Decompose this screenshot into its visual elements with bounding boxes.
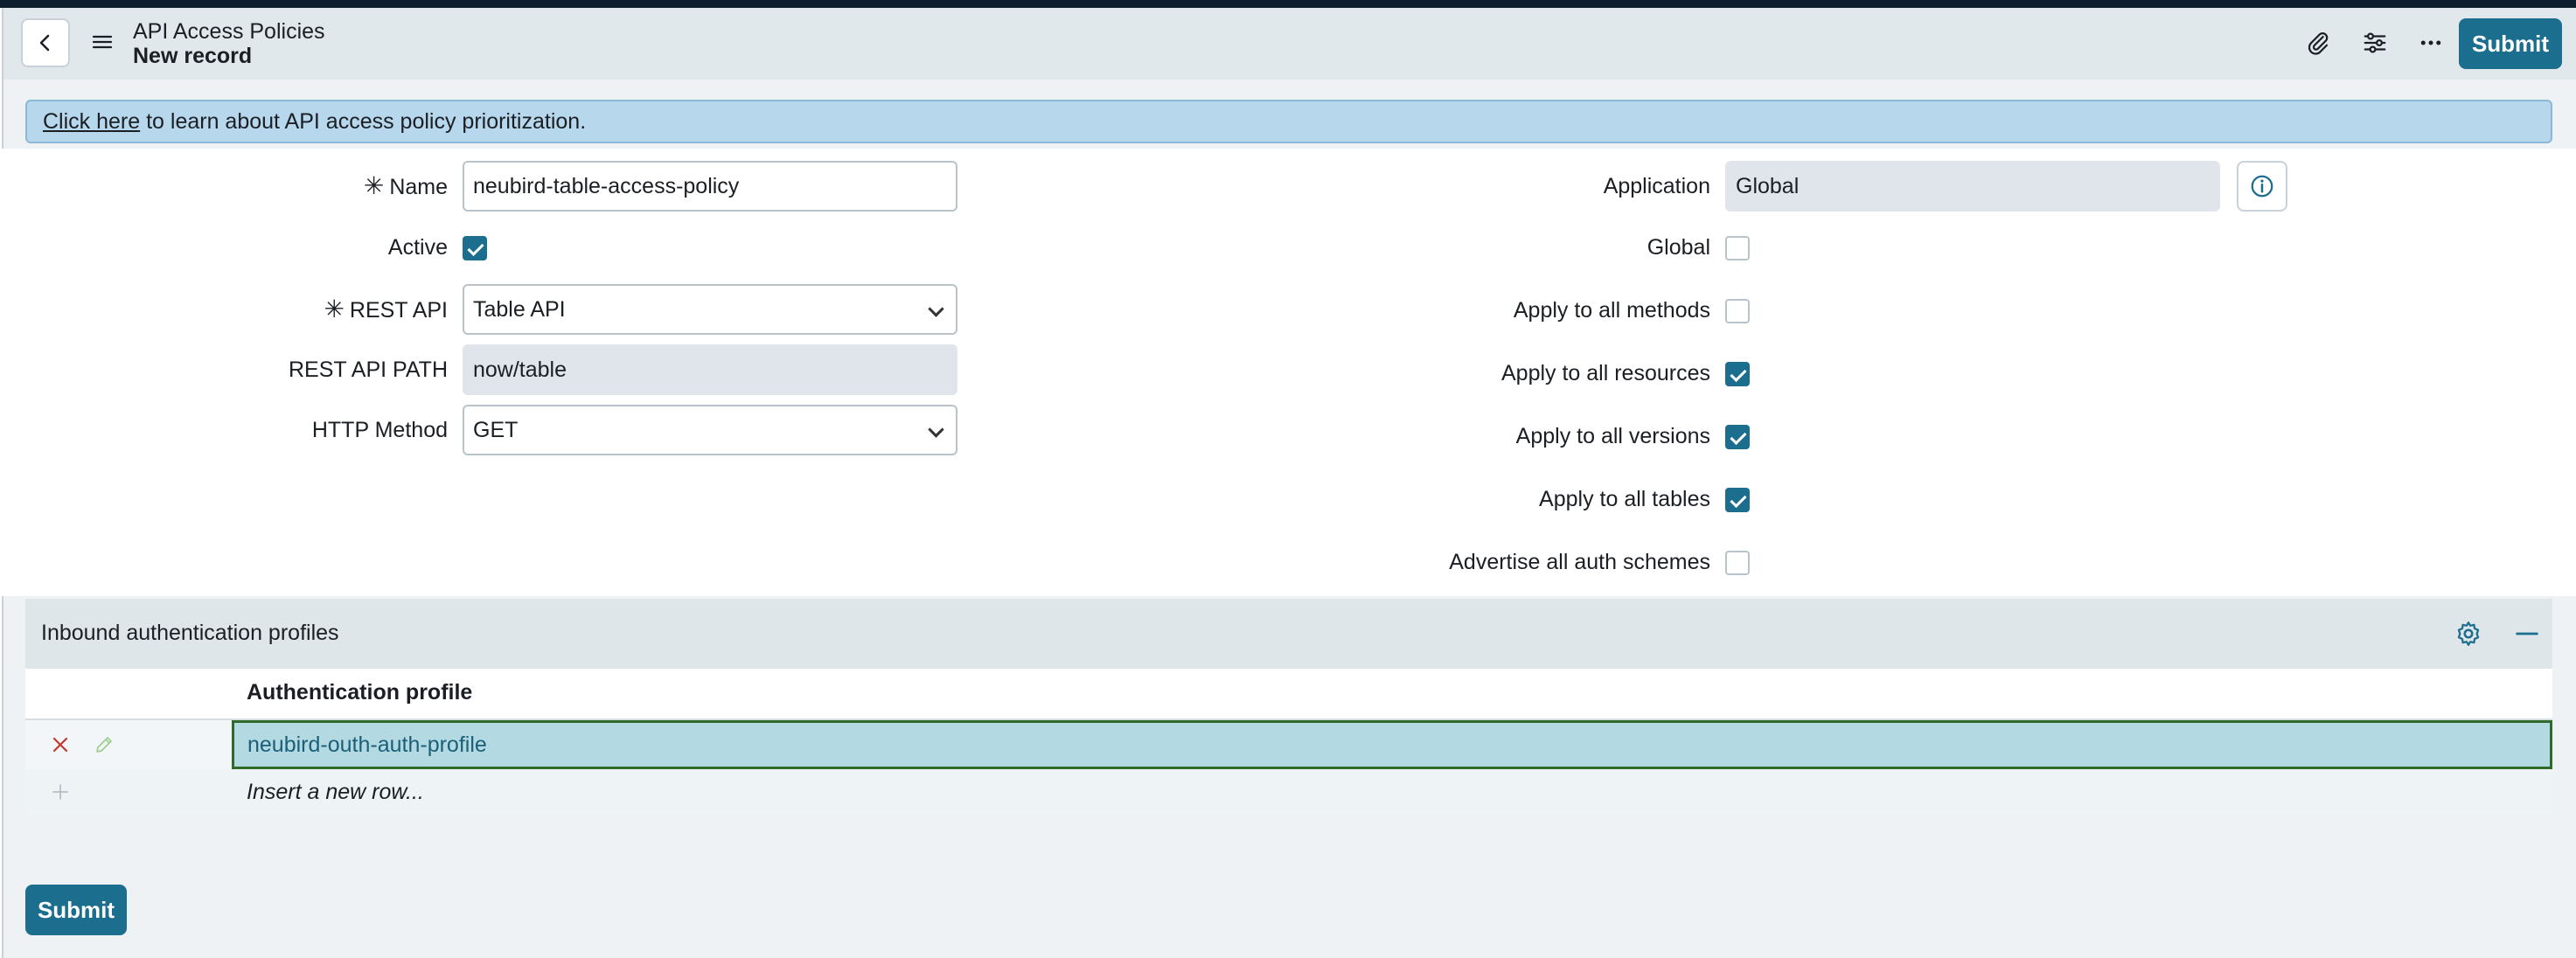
gear-icon[interactable]: [2454, 619, 2483, 649]
banner-text: to learn about API access policy priorit…: [140, 109, 587, 134]
settings-sliders-icon[interactable]: [2357, 25, 2392, 60]
page-title: API Access Policies: [133, 19, 325, 44]
apply-resources-label: Apply to all resources: [1500, 361, 1710, 385]
rest-api-path-label: REST API PATH: [289, 358, 448, 382]
submit-button[interactable]: Submit: [2459, 18, 2562, 69]
page-subtitle: New record: [133, 44, 253, 68]
submit-button-bottom[interactable]: Submit: [25, 885, 127, 935]
column-header-authentication-profile[interactable]: Authentication profile: [247, 680, 472, 705]
active-checkbox[interactable]: [463, 236, 487, 260]
paperclip-icon[interactable]: [2301, 25, 2336, 60]
required-icon: ✳: [324, 295, 345, 323]
name-field[interactable]: neubird-table-access-policy: [463, 161, 957, 212]
apply-methods-label: Apply to all methods: [1513, 298, 1710, 323]
application-label: Application: [1603, 174, 1710, 198]
advertise-label: Advertise all auth schemes: [1449, 550, 1710, 574]
add-icon[interactable]: [50, 781, 71, 802]
form-header: API Access Policies New record Submit: [3, 8, 2576, 80]
apply-resources-checkbox[interactable]: [1725, 362, 1750, 386]
active-label: Active: [387, 235, 448, 260]
advertise-checkbox[interactable]: [1725, 551, 1750, 575]
apply-versions-checkbox[interactable]: [1725, 425, 1750, 449]
hamburger-icon[interactable]: [91, 32, 114, 52]
application-field: Global: [1725, 161, 2220, 212]
info-icon: [2251, 175, 2273, 198]
more-options-icon[interactable]: [2413, 25, 2448, 60]
global-checkbox[interactable]: [1725, 236, 1750, 260]
related-list-title: Inbound authentication profiles: [41, 621, 339, 645]
collapse-icon[interactable]: [2512, 619, 2542, 649]
global-label: Global: [1647, 235, 1710, 260]
info-button[interactable]: [2237, 161, 2287, 212]
required-icon: ✳: [363, 172, 385, 199]
chevron-left-icon: [39, 34, 50, 52]
apply-versions-label: Apply to all versions: [1515, 424, 1710, 448]
insert-new-row-text[interactable]: Insert a new row...: [247, 780, 424, 805]
table-row[interactable]: neubird-outh-auth-profile: [25, 718, 2552, 769]
apply-methods-checkbox[interactable]: [1725, 299, 1750, 323]
name-label: ✳ Name: [363, 172, 448, 200]
http-method-select[interactable]: GET: [463, 405, 957, 455]
form-footer: [3, 864, 2576, 958]
delete-row-icon[interactable]: [50, 734, 71, 755]
edit-pencil-icon[interactable]: [94, 734, 115, 755]
related-list-header: Inbound authentication profiles: [25, 599, 2552, 669]
rest-api-path-field: now/table: [463, 344, 957, 395]
authentication-profile-cell[interactable]: neubird-outh-auth-profile: [232, 720, 2552, 769]
back-button[interactable]: [21, 18, 70, 67]
rest-api-select[interactable]: Table API: [463, 284, 957, 335]
apply-tables-label: Apply to all tables: [1539, 487, 1710, 511]
http-method-label: HTTP Method: [311, 418, 448, 442]
apply-tables-checkbox[interactable]: [1725, 488, 1750, 512]
click-here-link[interactable]: Click here: [43, 109, 140, 134]
insert-row[interactable]: Insert a new row...: [25, 769, 2552, 816]
top-strip: [0, 0, 2576, 8]
related-list-table: Authentication profile neubird-outh-auth…: [25, 669, 2552, 816]
info-banner: Click here to learn about API access pol…: [25, 100, 2552, 143]
rest-api-label: ✳ REST API: [324, 295, 448, 323]
